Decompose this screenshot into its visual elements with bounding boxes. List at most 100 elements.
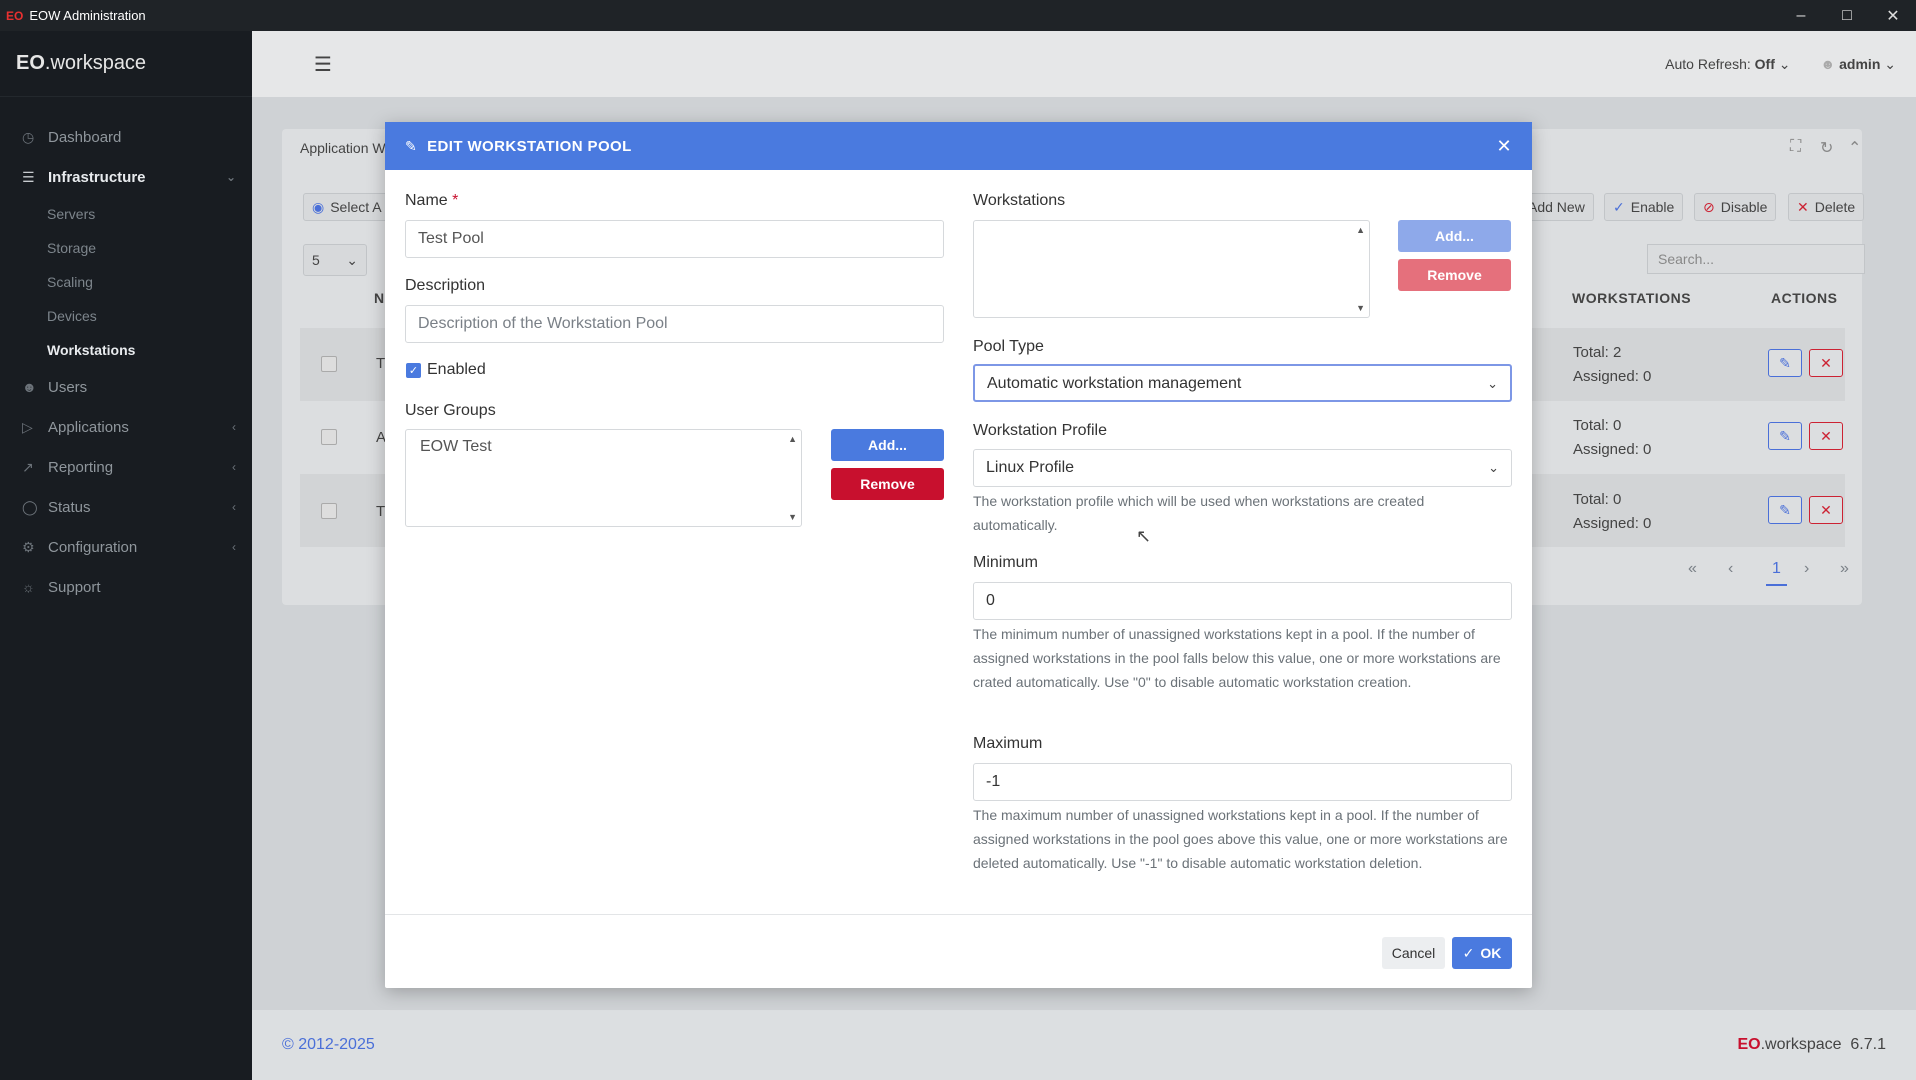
next-page-icon[interactable]: › (1804, 560, 1809, 578)
enabled-checkbox[interactable]: ✓ (406, 363, 421, 378)
add-new-label: Add New (1528, 199, 1585, 215)
close-dialog-button[interactable]: ✕ (1497, 136, 1512, 157)
column-name[interactable]: N (374, 290, 385, 306)
check-icon: ✓ (408, 365, 419, 377)
sidebar-subitem-devices[interactable]: Devices (0, 299, 252, 333)
user-groups-list[interactable]: EOW Test ▲ ▼ (405, 429, 802, 527)
page-1-button[interactable]: 1 (1766, 560, 1787, 586)
collapse-icon[interactable]: ⌃ (1848, 138, 1861, 158)
row-checkbox[interactable] (321, 503, 337, 519)
disable-button[interactable]: ⊘ Disable (1694, 193, 1777, 221)
remove-user-group-button[interactable]: Remove (831, 468, 944, 500)
last-page-icon[interactable]: » (1840, 560, 1849, 578)
pool-type-select[interactable]: Automatic workstation management ⌄ (973, 364, 1512, 402)
sidebar-item-applications[interactable]: ▷ Applications ‹ (0, 407, 252, 447)
prev-page-icon[interactable]: ‹ (1728, 560, 1733, 578)
row-checkbox[interactable] (321, 429, 337, 445)
sidebar-item-reporting[interactable]: ↗ Reporting ‹ (0, 447, 252, 487)
sidebar-item-infrastructure[interactable]: ☰ Infrastructure ⌄ (0, 157, 252, 197)
sidebar-subitem-workstations[interactable]: Workstations (0, 333, 252, 367)
edit-row-button[interactable]: ✎ (1768, 349, 1802, 377)
footer-brand: EO.workspace 6.7.1 (1737, 1036, 1886, 1054)
refresh-icon[interactable]: ↻ (1820, 138, 1833, 158)
pool-type-label: Pool Type (973, 338, 1044, 355)
chevron-left-icon: ‹ (232, 540, 236, 554)
user-menu[interactable]: ☻ admin ⌄ (1821, 56, 1896, 73)
radio-icon: ◉ (312, 198, 325, 215)
minimum-help-text: The minimum number of unassigned worksta… (973, 626, 1501, 690)
delete-row-button[interactable]: ✕ (1809, 496, 1843, 524)
sidebar-item-support[interactable]: ☼ Support (0, 567, 252, 607)
dialog-title: EDIT WORKSTATION POOL (427, 137, 632, 155)
add-workstation-button[interactable]: Add... (1398, 220, 1511, 252)
workstation-profile-select[interactable]: Linux Profile ⌄ (973, 449, 1512, 487)
hamburger-menu-icon[interactable]: ☰ (314, 52, 332, 77)
profile-help-text: The workstation profile which will be us… (973, 493, 1425, 533)
first-page-icon[interactable]: « (1688, 560, 1697, 578)
row-name: T (376, 355, 386, 372)
sidebar-item-status[interactable]: ◯ Status ‹ (0, 487, 252, 527)
row-total: Total: 0 (1573, 491, 1622, 508)
edit-row-button[interactable]: ✎ (1768, 422, 1802, 450)
user-groups-label: User Groups (405, 402, 496, 419)
mouse-cursor-icon: ↖ (1136, 526, 1152, 546)
name-input[interactable]: Test Pool (405, 220, 944, 258)
brand-logo[interactable]: EO .workspace (0, 31, 252, 97)
delete-button[interactable]: ✕ Delete (1788, 193, 1865, 221)
workstations-list[interactable]: ▲ ▼ (973, 220, 1370, 318)
sidebar-item-dashboard[interactable]: ◷ Dashboard (0, 117, 252, 157)
dialog-header: ✎ EDIT WORKSTATION POOL ✕ (385, 122, 1532, 170)
scroll-down-icon[interactable]: ▼ (788, 512, 797, 522)
copyright-text: © 2012-2025 (282, 1036, 375, 1053)
auto-refresh-toggle[interactable]: Auto Refresh: Off ⌄ (1665, 56, 1790, 73)
sidebar-item-users[interactable]: ☻ Users (0, 367, 252, 407)
enable-button[interactable]: ✓ Enable (1604, 193, 1684, 221)
pencil-icon: ✎ (1779, 427, 1791, 444)
topbar: ☰ Auto Refresh: Off ⌄ ☻ admin ⌄ (252, 31, 1916, 97)
remove-workstation-button[interactable]: Remove (1398, 259, 1511, 291)
sidebar: EO .workspace ◷ Dashboard ☰ Infrastructure ⌄… (0, 31, 252, 1080)
required-marker: * (452, 192, 459, 209)
sidebar-subitem-servers[interactable]: Servers (0, 197, 252, 231)
check-icon: ✓ (1613, 198, 1625, 215)
minimum-input[interactable]: 0 (973, 582, 1512, 620)
description-input[interactable]: Description of the Workstation Pool (405, 305, 944, 343)
delete-row-button[interactable]: ✕ (1809, 349, 1843, 377)
maximize-button[interactable]: □ (1824, 0, 1870, 31)
search-input[interactable]: Search... (1647, 244, 1865, 274)
column-workstations[interactable]: WORKSTATIONS (1572, 290, 1691, 306)
profile-value: Linux Profile (986, 459, 1075, 476)
sidebar-item-label: Support (48, 578, 101, 596)
row-total: Total: 2 (1573, 344, 1622, 361)
sidebar-item-configuration[interactable]: ⚙ Configuration ‹ (0, 527, 252, 567)
edit-row-button[interactable]: ✎ (1768, 496, 1802, 524)
add-user-group-button[interactable]: Add... (831, 429, 944, 461)
workstation-profile-label: Workstation Profile (973, 422, 1107, 439)
select-all-label: Select A (330, 199, 382, 215)
scroll-up-icon[interactable]: ▲ (1356, 225, 1365, 235)
list-item[interactable]: EOW Test (420, 438, 787, 456)
row-assigned: Assigned: 0 (1573, 441, 1652, 458)
pencil-icon: ✎ (1779, 354, 1791, 371)
page-size-select[interactable]: 5 ⌄ (303, 244, 367, 276)
maximum-input[interactable]: -1 (973, 763, 1512, 801)
fullscreen-icon[interactable]: ⛶ (1790, 138, 1801, 156)
check-icon: ✓ (1462, 944, 1475, 961)
chevron-down-icon: ⌄ (225, 170, 236, 184)
pool-type-value: Automatic workstation management (987, 375, 1242, 392)
dashboard-icon: ◷ (22, 128, 35, 145)
scroll-down-icon[interactable]: ▼ (1356, 303, 1365, 313)
delete-row-button[interactable]: ✕ (1809, 422, 1843, 450)
select-all-button[interactable]: ◉ Select A (303, 193, 391, 221)
ok-button[interactable]: ✓ OK (1452, 937, 1512, 969)
chevron-left-icon: ‹ (232, 420, 236, 434)
sidebar-subitem-scaling[interactable]: Scaling (0, 265, 252, 299)
version-text: 6.7.1 (1850, 1036, 1886, 1053)
chevron-down-icon: ⌄ (1488, 460, 1499, 475)
sidebar-subitem-storage[interactable]: Storage (0, 231, 252, 265)
row-checkbox[interactable] (321, 356, 337, 372)
scroll-up-icon[interactable]: ▲ (788, 434, 797, 444)
close-window-button[interactable]: ✕ (1870, 0, 1916, 31)
minimize-button[interactable]: – (1778, 0, 1824, 31)
cancel-button[interactable]: Cancel (1382, 937, 1445, 969)
